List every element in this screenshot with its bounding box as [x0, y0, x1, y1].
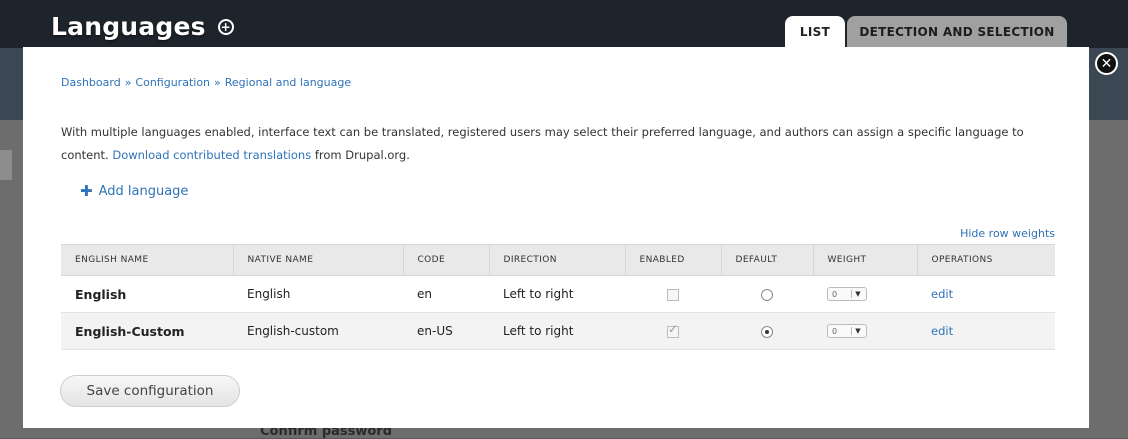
enabled-checkbox[interactable] — [667, 288, 679, 301]
tab-detection-and-selection[interactable]: DETECTION AND SELECTION — [847, 16, 1067, 47]
breadcrumb-dashboard[interactable]: Dashboard — [61, 76, 121, 89]
operations-cell: edit — [917, 275, 1055, 313]
add-shortcut-icon[interactable]: + — [217, 18, 234, 35]
languages-table: ENGLISH NAME NATIVE NAME CODE DIRECTION … — [61, 244, 1055, 350]
direction-cell: Left to right — [489, 312, 625, 350]
page-title: Languages — [51, 12, 206, 41]
default-radio[interactable] — [761, 325, 773, 338]
enabled-cell — [625, 275, 721, 313]
save-configuration-button[interactable]: Save configuration — [60, 375, 240, 407]
english-name-cell: English-Custom — [61, 312, 233, 350]
direction-cell: Left to right — [489, 275, 625, 313]
breadcrumb-separator: » — [214, 76, 221, 89]
english-name-cell: English — [61, 275, 233, 313]
edit-link[interactable]: edit — [931, 287, 953, 301]
close-icon: ✕ — [1100, 55, 1113, 72]
column-header: WEIGHT — [813, 244, 918, 276]
chevron-down-icon: ▼ — [851, 327, 864, 336]
column-header: ENGLISH NAME — [61, 244, 234, 276]
default-radio[interactable] — [761, 288, 773, 301]
code-cell: en — [403, 275, 489, 313]
default-cell — [721, 275, 813, 313]
add-language-link[interactable]: ✚ Add language — [80, 182, 188, 200]
breadcrumb-separator: » — [124, 76, 132, 89]
breadcrumb-configuration[interactable]: Configuration — [135, 76, 210, 89]
tab-list[interactable]: LIST — [785, 16, 845, 47]
column-header: NATIVE NAME — [233, 244, 404, 276]
edit-link[interactable]: edit — [931, 324, 953, 338]
chevron-down-icon: ▼ — [851, 290, 864, 299]
download-translations-link[interactable]: Download contributed translations — [112, 148, 311, 162]
column-header: OPERATIONS — [917, 244, 1055, 276]
code-cell: en-US — [403, 312, 489, 350]
weight-cell: 0 ▼ — [813, 275, 917, 313]
column-header: CODE — [403, 244, 490, 276]
weight-value: 0 — [832, 289, 838, 299]
page-description: With multiple languages enabled, interfa… — [61, 121, 1061, 167]
breadcrumb: Dashboard» Configuration» Regional and lan… — [61, 76, 351, 89]
default-cell — [721, 312, 813, 350]
weight-cell: 0 ▼ — [813, 312, 917, 350]
weight-select[interactable]: 0 ▼ — [827, 324, 867, 339]
enabled-checkbox[interactable] — [667, 322, 679, 338]
native-name-cell: English-custom — [233, 312, 403, 350]
native-name-cell: English — [233, 275, 403, 313]
close-overlay-button[interactable]: ✕ — [1095, 52, 1118, 75]
weight-select[interactable]: 0 ▼ — [827, 287, 867, 302]
table-row: English-Custom English-custom en-US Left… — [61, 312, 1055, 350]
plus-icon: ✚ — [80, 182, 93, 200]
primary-tabs: LIST DETECTION AND SELECTION — [785, 16, 1067, 47]
add-language-label: Add language — [98, 183, 189, 199]
overlay-title-area: Languages + — [51, 12, 234, 41]
table-row: English English en Left to right 0 ▼ edit — [61, 275, 1055, 313]
background-edge — [0, 150, 12, 180]
overlay-content: Dashboard» Configuration» Regional and lan… — [23, 47, 1089, 428]
hide-row-weights-link[interactable]: Hide row weights — [960, 227, 1055, 240]
column-header: DIRECTION — [489, 244, 626, 276]
table-header-row: ENGLISH NAME NATIVE NAME CODE DIRECTION … — [61, 244, 1055, 276]
breadcrumb-regional[interactable]: Regional and language — [225, 76, 351, 89]
description-suffix: from Drupal.org. — [314, 148, 410, 162]
column-header: DEFAULT — [721, 244, 814, 276]
enabled-cell — [625, 312, 721, 350]
operations-cell: edit — [917, 312, 1055, 350]
column-header: ENABLED — [625, 244, 722, 276]
weight-value: 0 — [832, 326, 838, 336]
